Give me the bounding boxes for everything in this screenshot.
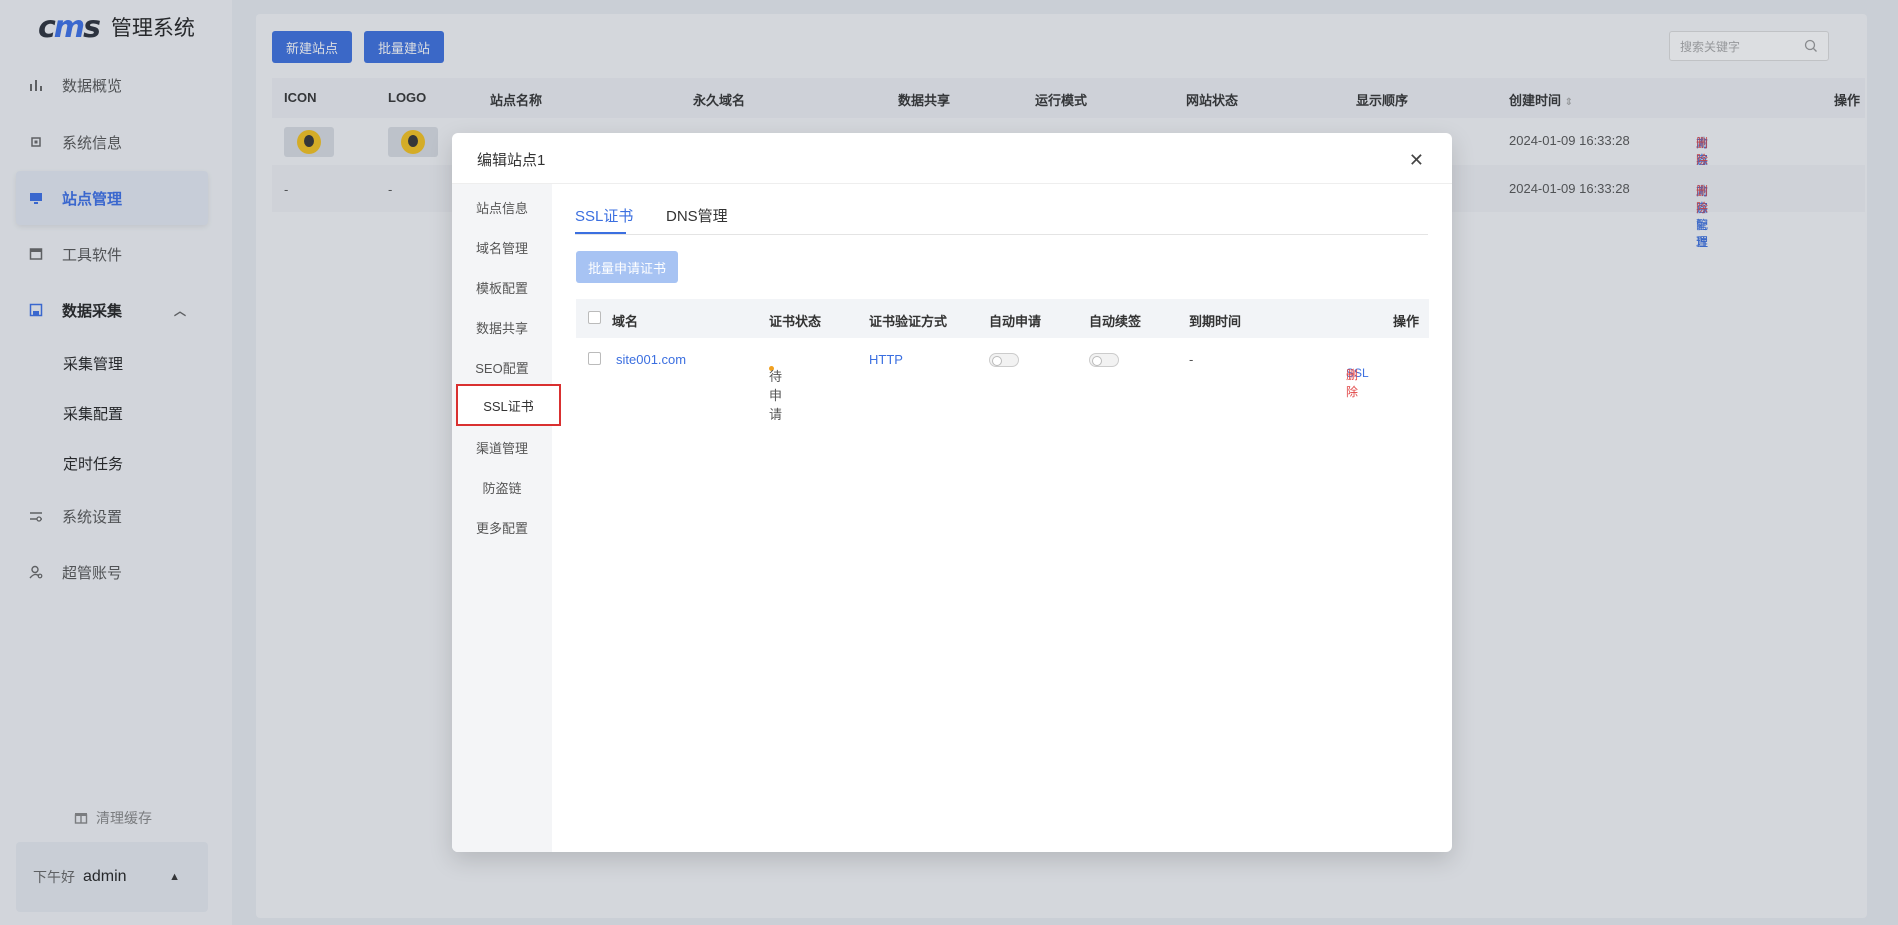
tab-ssl[interactable]: SSL证书 — [575, 205, 633, 226]
modal-side-tabs: 站点信息 域名管理 模板配置 数据共享 SEO配置 SSL证书 渠道管理 防盗链… — [452, 184, 561, 852]
modal-title: 编辑站点1 — [477, 152, 546, 169]
domain-link[interactable]: site001.com — [616, 352, 686, 367]
side-tab-seo[interactable]: SEO配置 — [452, 358, 552, 377]
close-icon[interactable]: ✕ — [1409, 150, 1424, 171]
col-header: 域名 — [612, 314, 639, 329]
edit-site-modal: 编辑站点1 ✕ 站点信息 域名管理 模板配置 数据共享 SEO配置 SSL证书 … — [452, 133, 1452, 852]
auto-renew-toggle[interactable] — [1089, 353, 1119, 367]
col-header: 证书验证方式 — [869, 314, 948, 329]
side-tab-channel[interactable]: 渠道管理 — [452, 438, 552, 457]
table-row: site001.com 待申请 HTTP - SSL | 删除 — [576, 338, 1429, 422]
side-tab-template[interactable]: 模板配置 — [452, 278, 552, 297]
col-header: 操作 — [1393, 314, 1420, 329]
auto-apply-toggle[interactable] — [989, 353, 1019, 367]
modal-tabs: SSL证书 DNS管理 — [575, 207, 1428, 235]
col-header: 自动申请 — [989, 314, 1042, 329]
delete-link[interactable]: 删除 — [1346, 366, 1358, 400]
select-all-checkbox[interactable] — [588, 311, 601, 324]
side-tab-more[interactable]: 更多配置 — [452, 518, 552, 537]
verify-method: HTTP — [869, 352, 903, 367]
divider — [452, 183, 1452, 184]
tab-dns[interactable]: DNS管理 — [666, 205, 728, 226]
col-header: 到期时间 — [1189, 314, 1242, 329]
col-header: 证书状态 — [769, 314, 822, 329]
expire-time: - — [1189, 352, 1194, 367]
row-checkbox[interactable] — [588, 352, 601, 365]
side-tab-data-share[interactable]: 数据共享 — [452, 318, 552, 337]
active-tab-indicator — [575, 232, 626, 234]
side-tab-domain[interactable]: 域名管理 — [452, 238, 552, 257]
ssl-table-header: 域名 证书状态 证书验证方式 自动申请 自动续签 到期时间 操作 — [576, 299, 1429, 338]
cert-status-text: 待申请 — [769, 369, 783, 422]
side-tab-ssl[interactable]: SSL证书 — [456, 384, 561, 426]
col-header: 自动续签 — [1089, 314, 1142, 329]
side-tab-site-info[interactable]: 站点信息 — [452, 198, 552, 217]
batch-apply-cert-button[interactable]: 批量申请证书 — [576, 251, 678, 283]
side-tab-hotlink[interactable]: 防盗链 — [452, 478, 552, 497]
